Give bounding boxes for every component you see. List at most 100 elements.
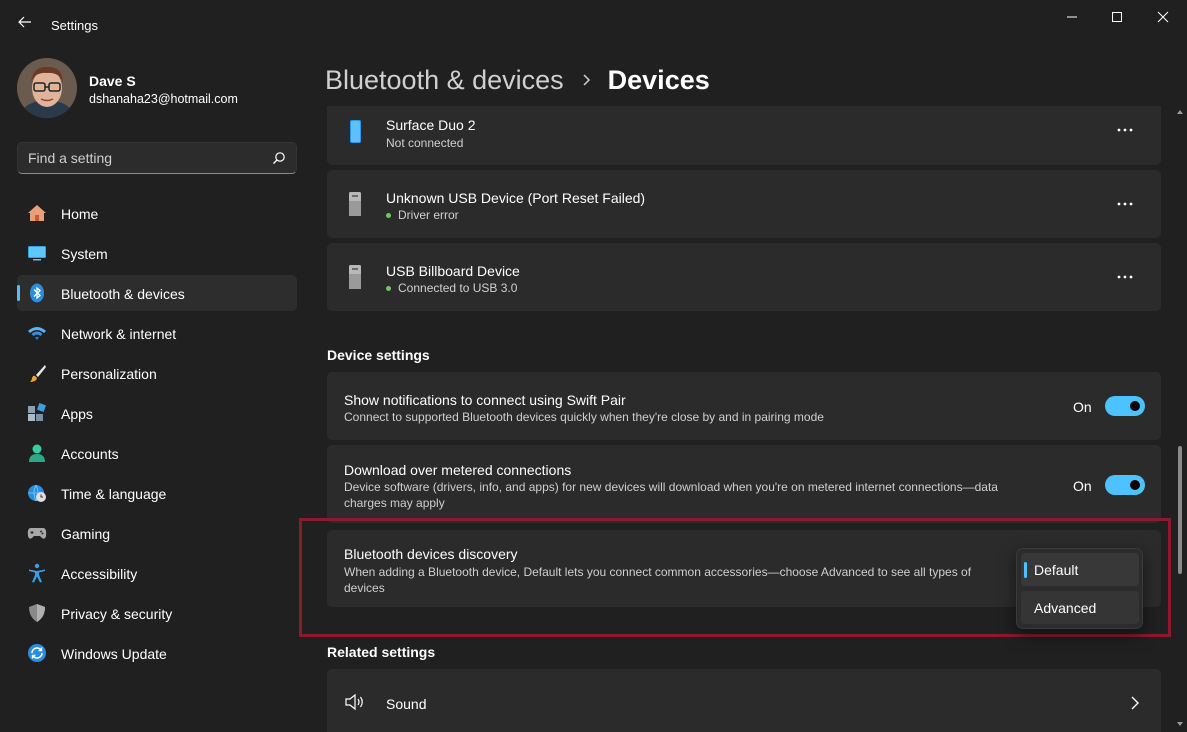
close-icon [1157, 11, 1169, 23]
close-button[interactable] [1148, 6, 1178, 28]
sidebar-item-label: System [61, 246, 108, 262]
device-card-surface-duo[interactable]: Surface Duo 2 Not connected [327, 106, 1161, 165]
sidebar-item-windows-update[interactable]: Windows Update [17, 635, 297, 671]
usb-device-icon [349, 265, 361, 289]
device-name: Unknown USB Device (Port Reset Failed) [386, 190, 646, 206]
device-settings-heading: Device settings [327, 347, 430, 363]
sidebar-item-home[interactable]: Home [17, 195, 297, 231]
device-card-unknown-usb[interactable]: Unknown USB Device (Port Reset Failed) D… [327, 170, 1161, 238]
gamepad-icon [27, 528, 47, 539]
back-button[interactable] [14, 12, 36, 32]
device-name: USB Billboard Device [386, 263, 520, 279]
maximize-icon [1112, 12, 1122, 22]
sidebar-item-label: Time & language [61, 486, 167, 502]
accessibility-icon [29, 563, 45, 583]
brush-icon [30, 365, 46, 382]
metered-connections-setting: Download over metered connections Device… [327, 445, 1161, 523]
speaker-icon [345, 693, 363, 711]
toggle-state-label: On [1073, 478, 1092, 494]
swift-pair-setting: Show notifications to connect using Swif… [327, 372, 1161, 440]
sidebar-item-label: Accounts [61, 446, 119, 462]
sidebar-item-label: Gaming [61, 526, 111, 542]
title-bar: Settings [0, 0, 1187, 40]
user-name: Dave S [89, 73, 136, 89]
discovery-dropdown[interactable]: Default Advanced [1016, 548, 1143, 629]
search-input[interactable] [28, 143, 258, 173]
more-options-button[interactable] [1111, 118, 1139, 142]
status-dot [386, 212, 391, 218]
toggle-state-label: On [1073, 399, 1092, 415]
back-arrow-icon [18, 16, 31, 28]
more-icon [1117, 128, 1133, 132]
related-item-label: Sound [386, 696, 427, 712]
sidebar-item-privacy-security[interactable]: Privacy & security [17, 595, 297, 631]
more-icon [1117, 202, 1133, 206]
shield-icon [29, 604, 45, 622]
sidebar-nav: Home System Bluetooth & devices Network … [17, 195, 297, 675]
chevron-right-icon [1131, 696, 1139, 710]
sidebar-item-label: Network & internet [61, 326, 177, 342]
phone-icon [350, 120, 361, 143]
minimize-button[interactable] [1057, 6, 1087, 28]
device-status: Not connected [386, 136, 463, 150]
device-status-text: Not connected [386, 136, 464, 150]
related-item-sound[interactable]: Sound [327, 669, 1161, 732]
scroll-up-icon[interactable] [1176, 108, 1184, 116]
sidebar-item-label: Accessibility [61, 566, 138, 582]
more-icon [1117, 275, 1133, 279]
setting-title: Download over metered connections [344, 462, 572, 478]
dropdown-option-advanced[interactable]: Advanced [1021, 591, 1139, 624]
breadcrumb: Bluetooth & devices Devices [325, 60, 710, 100]
sidebar-item-network[interactable]: Network & internet [17, 315, 297, 351]
minimize-icon [1067, 16, 1077, 18]
setting-title: Show notifications to connect using Swif… [344, 392, 626, 408]
globe-clock-icon [28, 484, 46, 502]
scroll-down-icon[interactable] [1176, 720, 1184, 728]
setting-title: Bluetooth devices discovery [344, 546, 518, 562]
sidebar-item-personalization[interactable]: Personalization [17, 355, 297, 391]
apps-icon [28, 403, 46, 421]
toggle-knob [1130, 480, 1140, 490]
search-box[interactable] [17, 142, 297, 174]
sidebar-item-gaming[interactable]: Gaming [17, 515, 297, 551]
device-status: Connected to USB 3.0 [386, 281, 517, 295]
dropdown-option-default[interactable]: Default [1021, 553, 1139, 586]
sidebar-item-label: Apps [61, 406, 93, 422]
chevron-right-icon [583, 74, 590, 86]
home-icon [28, 205, 46, 221]
more-options-button[interactable] [1111, 265, 1139, 289]
device-name: Surface Duo 2 [386, 117, 476, 133]
setting-description: Connect to supported Bluetooth devices q… [344, 410, 824, 424]
user-profile[interactable]: Dave S dshanaha23@hotmail.com [17, 58, 297, 118]
device-card-usb-billboard[interactable]: USB Billboard Device Connected to USB 3.… [327, 243, 1161, 311]
scrollbar-thumb[interactable] [1178, 446, 1182, 574]
toggle-knob [1130, 401, 1140, 411]
swift-pair-toggle[interactable] [1105, 396, 1145, 416]
sidebar-item-time-language[interactable]: Time & language [17, 475, 297, 511]
sidebar-item-bluetooth-devices[interactable]: Bluetooth & devices [17, 275, 297, 311]
maximize-button[interactable] [1102, 6, 1132, 28]
app-title: Settings [51, 18, 98, 33]
avatar[interactable] [17, 58, 77, 118]
sidebar-item-system[interactable]: System [17, 235, 297, 271]
setting-description: When adding a Bluetooth device, Default … [344, 565, 972, 579]
sidebar-item-label: Bluetooth & devices [61, 286, 185, 302]
sidebar-item-label: Home [61, 206, 99, 222]
setting-description: charges may apply [344, 496, 445, 510]
breadcrumb-parent[interactable]: Bluetooth & devices [325, 65, 564, 96]
sidebar-item-label: Windows Update [61, 646, 167, 662]
search-icon[interactable] [272, 151, 286, 165]
sidebar-item-accounts[interactable]: Accounts [17, 435, 297, 471]
sidebar-item-accessibility[interactable]: Accessibility [17, 555, 297, 591]
setting-description: Device software (drivers, info, and apps… [344, 480, 998, 494]
accounts-icon [29, 444, 45, 462]
metered-toggle[interactable] [1105, 475, 1145, 495]
device-status-text: Connected to USB 3.0 [398, 281, 518, 295]
device-status: Driver error [386, 208, 459, 222]
sidebar-item-label: Personalization [61, 366, 157, 382]
usb-device-icon [349, 192, 361, 216]
sidebar-item-apps[interactable]: Apps [17, 395, 297, 431]
setting-description: devices [344, 581, 385, 595]
more-options-button[interactable] [1111, 192, 1139, 216]
bluetooth-icon [30, 283, 44, 303]
